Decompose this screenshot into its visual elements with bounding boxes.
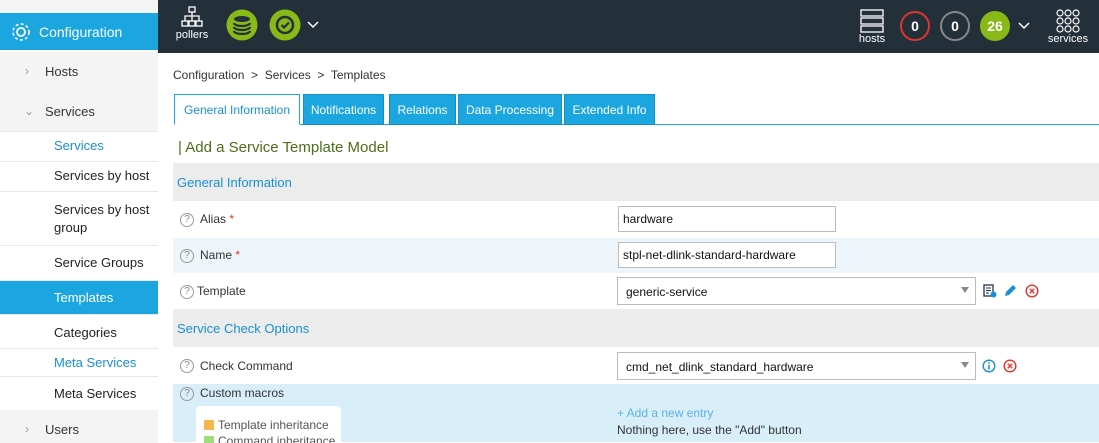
tab-notifications[interactable]: Notifications <box>303 94 384 125</box>
inheritance-legend: Template inheritance Command inheritance <box>196 406 341 443</box>
template-label: Template <box>197 284 246 298</box>
sidebar-subitem-label: Service Groups <box>54 255 144 270</box>
sidebar-subitem-label: Meta Services <box>54 355 137 370</box>
add-new-entry-link[interactable]: + Add a new entry <box>617 406 713 420</box>
alias-label: Alias * <box>200 212 235 226</box>
status-critical-count[interactable]: 0 <box>900 11 930 41</box>
check-command-select-value: cmd_net_dlink_standard_hardware <box>626 360 814 374</box>
sidebar-subitem-label: Services by host <box>54 168 150 183</box>
sidebar-item-label: Services <box>45 104 95 119</box>
empty-macros-message: Nothing here, use the "Add" button <box>617 423 802 437</box>
chevron-down-icon[interactable] <box>307 21 319 29</box>
sidebar-item-services[interactable]: ⌄ Services <box>0 92 158 132</box>
check-command-select[interactable]: cmd_net_dlink_standard_hardware <box>617 352 976 380</box>
chevron-right-icon: › <box>25 64 29 78</box>
section-title: General Information <box>177 175 292 190</box>
sidebar-subitem-services-by-host[interactable]: Services by host <box>0 161 158 191</box>
template-select-value: generic-service <box>626 285 708 299</box>
check-command-label: Check Command <box>200 359 293 373</box>
sidebar-subitem-label: Templates <box>54 290 114 305</box>
legend-command-label: Command inheritance <box>218 434 336 443</box>
section-header-service-check: Service Check Options <box>173 309 1099 347</box>
help-icon[interactable]: ? <box>180 213 194 227</box>
sidebar-subitem-service-groups[interactable]: Service Groups <box>0 245 158 280</box>
section-header-general: General Information <box>173 163 1099 201</box>
name-label: Name * <box>200 248 241 262</box>
sidebar-config-label: Configuration <box>39 24 123 40</box>
pollers-button[interactable]: pollers <box>174 5 210 41</box>
sidebar-subitem-label: Meta Services <box>54 386 137 401</box>
legend-swatch-template <box>204 420 214 430</box>
services-button[interactable]: services <box>1046 8 1090 45</box>
tab-general-information[interactable]: General Information <box>174 94 300 125</box>
refresh-check-icon <box>269 9 301 41</box>
gear-icon <box>12 23 30 41</box>
tab-extended-info[interactable]: Extended Info <box>564 94 655 125</box>
help-icon[interactable]: ? <box>180 387 194 401</box>
form-row-template: ? Template generic-service <box>173 274 1099 309</box>
help-icon[interactable]: ? <box>180 249 194 263</box>
dropdown-arrow-icon <box>961 362 969 368</box>
legend-swatch-command <box>204 436 214 443</box>
help-icon[interactable]: ? <box>180 359 194 373</box>
status-ok-count[interactable]: 26 <box>980 11 1010 41</box>
info-icon[interactable] <box>982 359 996 373</box>
sidebar-subitem-services[interactable]: Services <box>0 131 158 161</box>
sidebar: Configuration › Hosts ⌄ Services Service… <box>0 0 158 443</box>
database-icon <box>226 9 258 41</box>
sidebar-item-label: Users <box>45 422 79 437</box>
sidebar-item-configuration[interactable]: Configuration <box>0 13 158 50</box>
required-mark: * <box>235 248 241 262</box>
sidebar-subitem-label: Categories <box>54 325 117 340</box>
breadcrumb[interactable]: Configuration > Services > Templates <box>173 68 386 82</box>
sidebar-subitem-categories[interactable]: Categories <box>0 314 158 348</box>
help-icon[interactable]: ? <box>180 285 194 299</box>
delete-icon[interactable] <box>1003 359 1017 373</box>
sidebar-subitem-templates[interactable]: Templates <box>0 280 158 314</box>
top-bar: pollers hosts 0 0 26 services <box>158 0 1099 53</box>
form-row-name: ? Name * <box>173 238 1099 274</box>
services-label: services <box>1047 33 1089 45</box>
engine-status-button[interactable] <box>269 9 301 41</box>
chevron-right-icon: › <box>25 422 29 436</box>
sidebar-item-hosts[interactable]: › Hosts <box>0 52 158 92</box>
sidebar-subitem-label: Services <box>54 138 104 153</box>
tab-relations[interactable]: Relations <box>389 94 456 125</box>
legend-template-label: Template inheritance <box>218 418 329 432</box>
required-mark: * <box>229 212 235 226</box>
database-status-button[interactable] <box>226 9 258 41</box>
sitemap-icon <box>181 6 203 27</box>
sidebar-top-strip <box>0 0 158 13</box>
form-row-alias: ? Alias * <box>173 201 1099 238</box>
sidebar-item-label: Hosts <box>45 64 79 79</box>
chevron-down-icon[interactable] <box>1018 22 1030 30</box>
server-icon <box>860 9 884 33</box>
section-title: Service Check Options <box>177 321 310 336</box>
delete-icon[interactable] <box>1025 284 1039 298</box>
alias-input[interactable] <box>618 206 836 232</box>
sidebar-item-users[interactable]: › Users <box>0 410 158 443</box>
custom-macros-label: Custom macros <box>200 386 285 400</box>
edit-pencil-icon[interactable] <box>1003 284 1017 298</box>
pollers-label: pollers <box>175 29 209 41</box>
hosts-button[interactable]: hosts <box>856 8 888 45</box>
status-unknown-count[interactable]: 0 <box>940 11 970 41</box>
name-input[interactable] <box>618 242 836 268</box>
sidebar-subitem-meta-services[interactable]: Meta Services <box>0 376 158 410</box>
sidebar-subitem-services-by-host-group[interactable]: Services by host group <box>0 191 158 245</box>
services-grid-icon <box>1056 9 1080 33</box>
form-row-check-command: ? Check Command cmd_net_dlink_standard_h… <box>173 347 1099 384</box>
tab-data-processing[interactable]: Data Processing <box>458 94 562 125</box>
chevron-down-icon: ⌄ <box>24 104 35 118</box>
hosts-label: hosts <box>858 33 886 45</box>
dropdown-arrow-icon <box>961 287 969 293</box>
template-select[interactable]: generic-service <box>617 277 976 305</box>
page-title: | Add a Service Template Model <box>178 139 389 156</box>
sidebar-subitem-label: Services by host group <box>54 202 150 235</box>
view-template-icon[interactable] <box>983 284 997 298</box>
sidebar-subitem-meta-services-header[interactable]: Meta Services <box>0 348 158 376</box>
